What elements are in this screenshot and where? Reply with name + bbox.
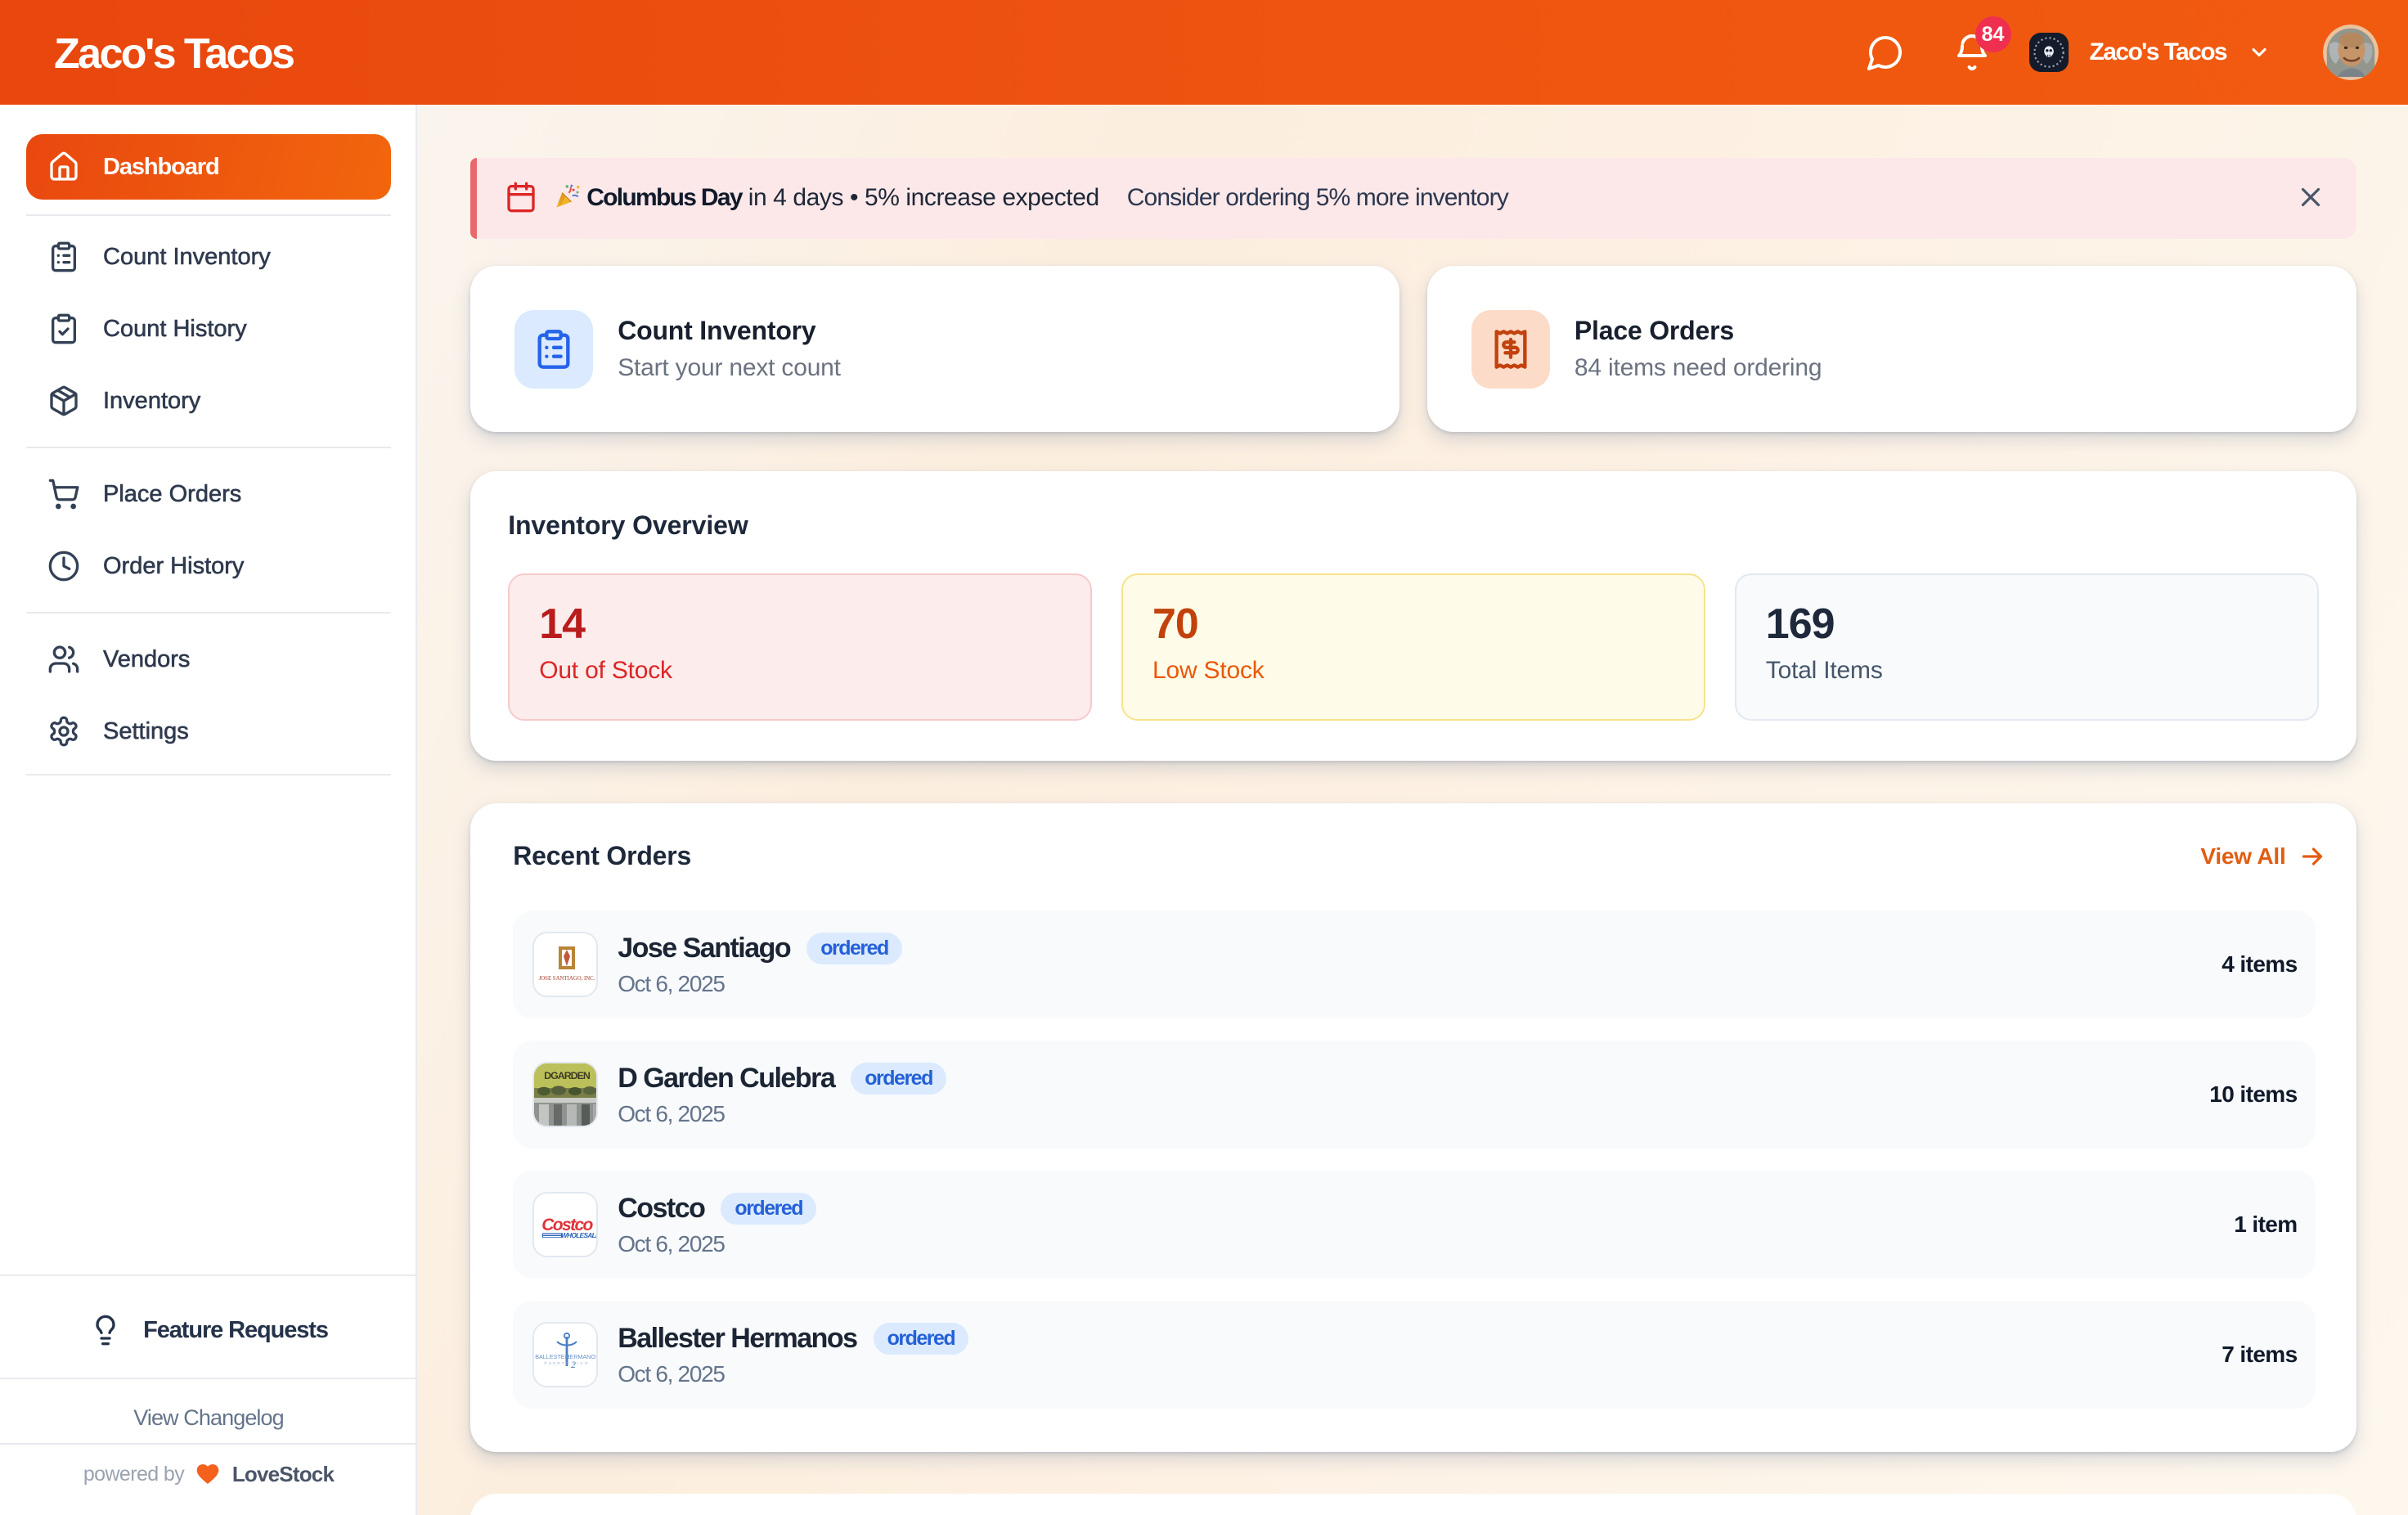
svg-text:BALLESTER: BALLESTER bbox=[535, 1353, 569, 1360]
svg-text:DGARDEN: DGARDEN bbox=[544, 1070, 591, 1081]
svg-text:WHOLESALE: WHOLESALE bbox=[561, 1232, 598, 1239]
svg-text:PUERTO RICO: PUERTO RICO bbox=[545, 1361, 590, 1366]
svg-text:JOSE SANTIAGO, INC.: JOSE SANTIAGO, INC. bbox=[539, 976, 595, 982]
